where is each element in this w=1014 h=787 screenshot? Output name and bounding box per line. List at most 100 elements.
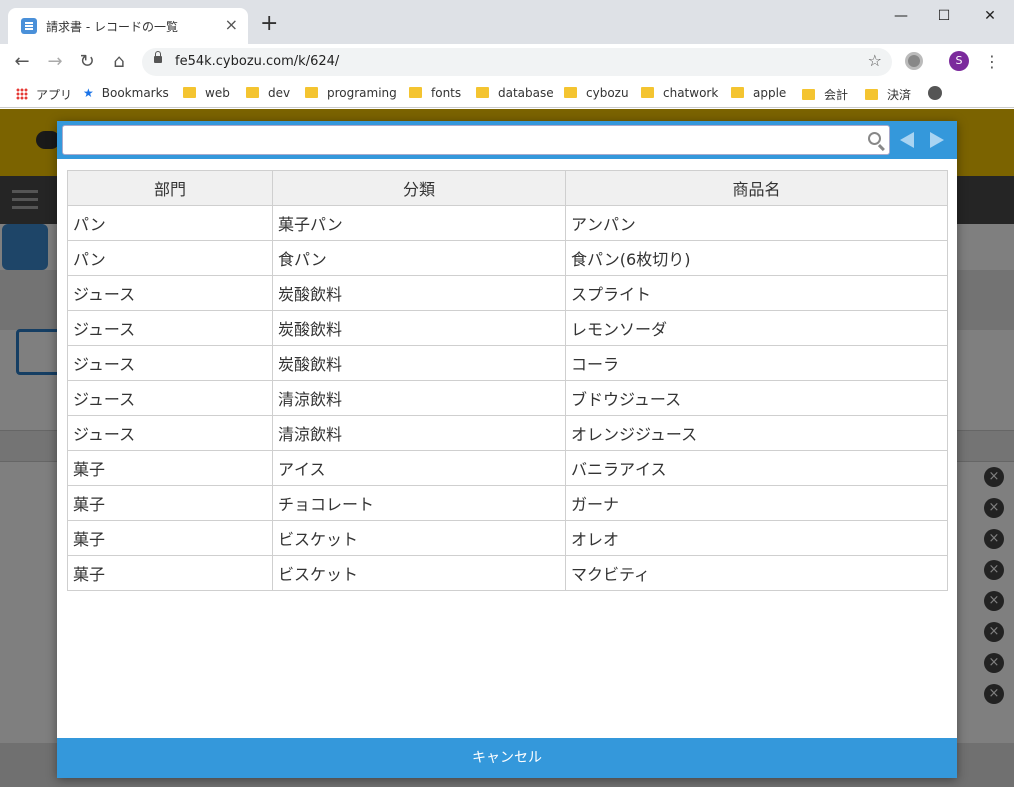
folder-icon (731, 87, 744, 98)
cell-category: ビスケット (272, 555, 566, 591)
home-icon[interactable]: ⌂ (107, 51, 131, 73)
bookmark-folder-fonts[interactable]: fonts (409, 86, 461, 100)
bookmark-star-icon[interactable]: ☆ (868, 51, 882, 70)
close-window-button[interactable]: ✕ (975, 6, 1005, 26)
dialog-header (57, 121, 957, 159)
minimize-button[interactable]: — (886, 6, 916, 26)
browser-toolbar: ← → ↻ ⌂ fe54k.cybozu.com/k/624/ ☆ S ⋮ (0, 44, 1014, 80)
cancel-button[interactable]: キャンセル (57, 738, 957, 778)
cell-department: 菓子 (67, 555, 273, 591)
folder-icon (802, 89, 815, 100)
table-row[interactable]: 菓子 アイス バニラアイス (67, 450, 948, 486)
bookmark-folder-database[interactable]: database (476, 86, 554, 100)
cell-product-name: オレンジジュース (565, 415, 948, 451)
bookmark-folder-cybozu[interactable]: cybozu (564, 86, 629, 100)
table-row[interactable]: ジュース 清涼飲料 オレンジジュース (67, 415, 948, 451)
cell-product-name: マクビティ (565, 555, 948, 591)
folder-icon (564, 87, 577, 98)
star-icon: ★ (83, 86, 94, 100)
column-header-department: 部門 (67, 170, 273, 206)
cell-department: ジュース (67, 345, 273, 381)
list-favicon-icon (21, 18, 37, 34)
bookmark-folder-chatwork[interactable]: chatwork (641, 86, 718, 100)
cell-department: ジュース (67, 275, 273, 311)
browser-tab[interactable]: 請求書 - レコードの一覧 × (8, 8, 248, 44)
cell-product-name: 食パン(6枚切り) (565, 240, 948, 276)
table-row[interactable]: 菓子 ビスケット マクビティ (67, 555, 948, 591)
table-row[interactable]: パン 食パン 食パン(6枚切り) (67, 240, 948, 276)
address-bar[interactable]: fe54k.cybozu.com/k/624/ ☆ (142, 48, 892, 76)
table-row[interactable]: 菓子 チョコレート ガーナ (67, 485, 948, 521)
folder-icon (183, 87, 196, 98)
next-page-arrow-icon[interactable] (930, 132, 944, 148)
lookup-table: 部門 分類 商品名 パン 菓子パン アンパン パン 食パン 食パン(6枚切り) ジュース… (67, 170, 948, 591)
folder-icon (409, 87, 422, 98)
bookmark-folder-apple[interactable]: apple (731, 86, 786, 100)
bookmark-folder-web[interactable]: web (183, 86, 230, 100)
cell-product-name: スプライト (565, 275, 948, 311)
cell-department: ジュース (67, 310, 273, 346)
cell-category: 炭酸飲料 (272, 345, 566, 381)
tab-close-icon[interactable]: × (225, 16, 238, 34)
extension-gear-icon[interactable] (905, 52, 923, 70)
new-tab-button[interactable]: + (260, 13, 278, 35)
lookup-dialog: 部門 分類 商品名 パン 菓子パン アンパン パン 食パン 食パン(6枚切り) ジュース… (57, 121, 957, 778)
bookmark-apps[interactable]: アプリ (16, 86, 72, 103)
browser-titlebar: 請求書 - レコードの一覧 × + — ☐ ✕ (0, 0, 1014, 44)
table-row[interactable]: ジュース 炭酸飲料 コーラ (67, 345, 948, 381)
cell-category: アイス (272, 450, 566, 486)
folder-icon (865, 89, 878, 100)
cell-department: 菓子 (67, 450, 273, 486)
folder-icon (305, 87, 318, 98)
column-header-category: 分類 (272, 170, 566, 206)
cell-department: パン (67, 240, 273, 276)
folder-icon (246, 87, 259, 98)
bookmark-folder-dev[interactable]: dev (246, 86, 290, 100)
profile-avatar[interactable]: S (949, 51, 969, 71)
globe-icon[interactable] (928, 86, 942, 100)
cell-department: ジュース (67, 415, 273, 451)
dialog-body: 部門 分類 商品名 パン 菓子パン アンパン パン 食パン 食パン(6枚切り) ジュース… (67, 170, 948, 591)
cell-product-name: ガーナ (565, 485, 948, 521)
tab-title: 請求書 - レコードの一覧 (46, 20, 178, 34)
table-row[interactable]: ジュース 清涼飲料 ブドウジュース (67, 380, 948, 416)
table-row[interactable]: ジュース 炭酸飲料 スプライト (67, 275, 948, 311)
search-input[interactable] (69, 130, 859, 150)
bookmark-folder-payment[interactable]: 決済 (865, 86, 911, 103)
table-row[interactable]: パン 菓子パン アンパン (67, 205, 948, 241)
back-arrow-icon[interactable]: ← (10, 51, 34, 73)
search-icon[interactable] (868, 132, 881, 145)
cell-department: 菓子 (67, 520, 273, 556)
cell-category: ビスケット (272, 520, 566, 556)
cell-category: 菓子パン (272, 205, 566, 241)
url-text: fe54k.cybozu.com/k/624/ (175, 54, 340, 69)
browser-menu-icon[interactable]: ⋮ (984, 52, 1000, 71)
prev-page-arrow-icon[interactable] (900, 132, 914, 148)
folder-icon (476, 87, 489, 98)
table-row[interactable]: 菓子 ビスケット オレオ (67, 520, 948, 556)
bookmarks-bar: アプリ ★ Bookmarks web dev programing fonts … (0, 80, 1014, 108)
forward-arrow-icon[interactable]: → (43, 51, 67, 73)
cell-category: チョコレート (272, 485, 566, 521)
cell-category: 炭酸飲料 (272, 310, 566, 346)
search-box (62, 125, 890, 155)
cell-category: 清涼飲料 (272, 415, 566, 451)
cell-category: 清涼飲料 (272, 380, 566, 416)
cell-product-name: コーラ (565, 345, 948, 381)
bookmark-bookmarks[interactable]: ★ Bookmarks (83, 86, 169, 100)
table-row[interactable]: ジュース 炭酸飲料 レモンソーダ (67, 310, 948, 346)
lock-icon (154, 51, 162, 63)
reload-icon[interactable]: ↻ (75, 51, 99, 73)
column-header-product-name: 商品名 (565, 170, 948, 206)
folder-icon (641, 87, 654, 98)
cell-product-name: アンパン (565, 205, 948, 241)
apps-grid-icon (16, 88, 28, 100)
bookmark-folder-programing[interactable]: programing (305, 86, 397, 100)
maximize-button[interactable]: ☐ (929, 6, 959, 26)
cell-category: 食パン (272, 240, 566, 276)
cell-department: ジュース (67, 380, 273, 416)
bookmark-folder-accounting[interactable]: 会計 (802, 86, 848, 103)
cell-category: 炭酸飲料 (272, 275, 566, 311)
cell-department: パン (67, 205, 273, 241)
cell-product-name: バニラアイス (565, 450, 948, 486)
